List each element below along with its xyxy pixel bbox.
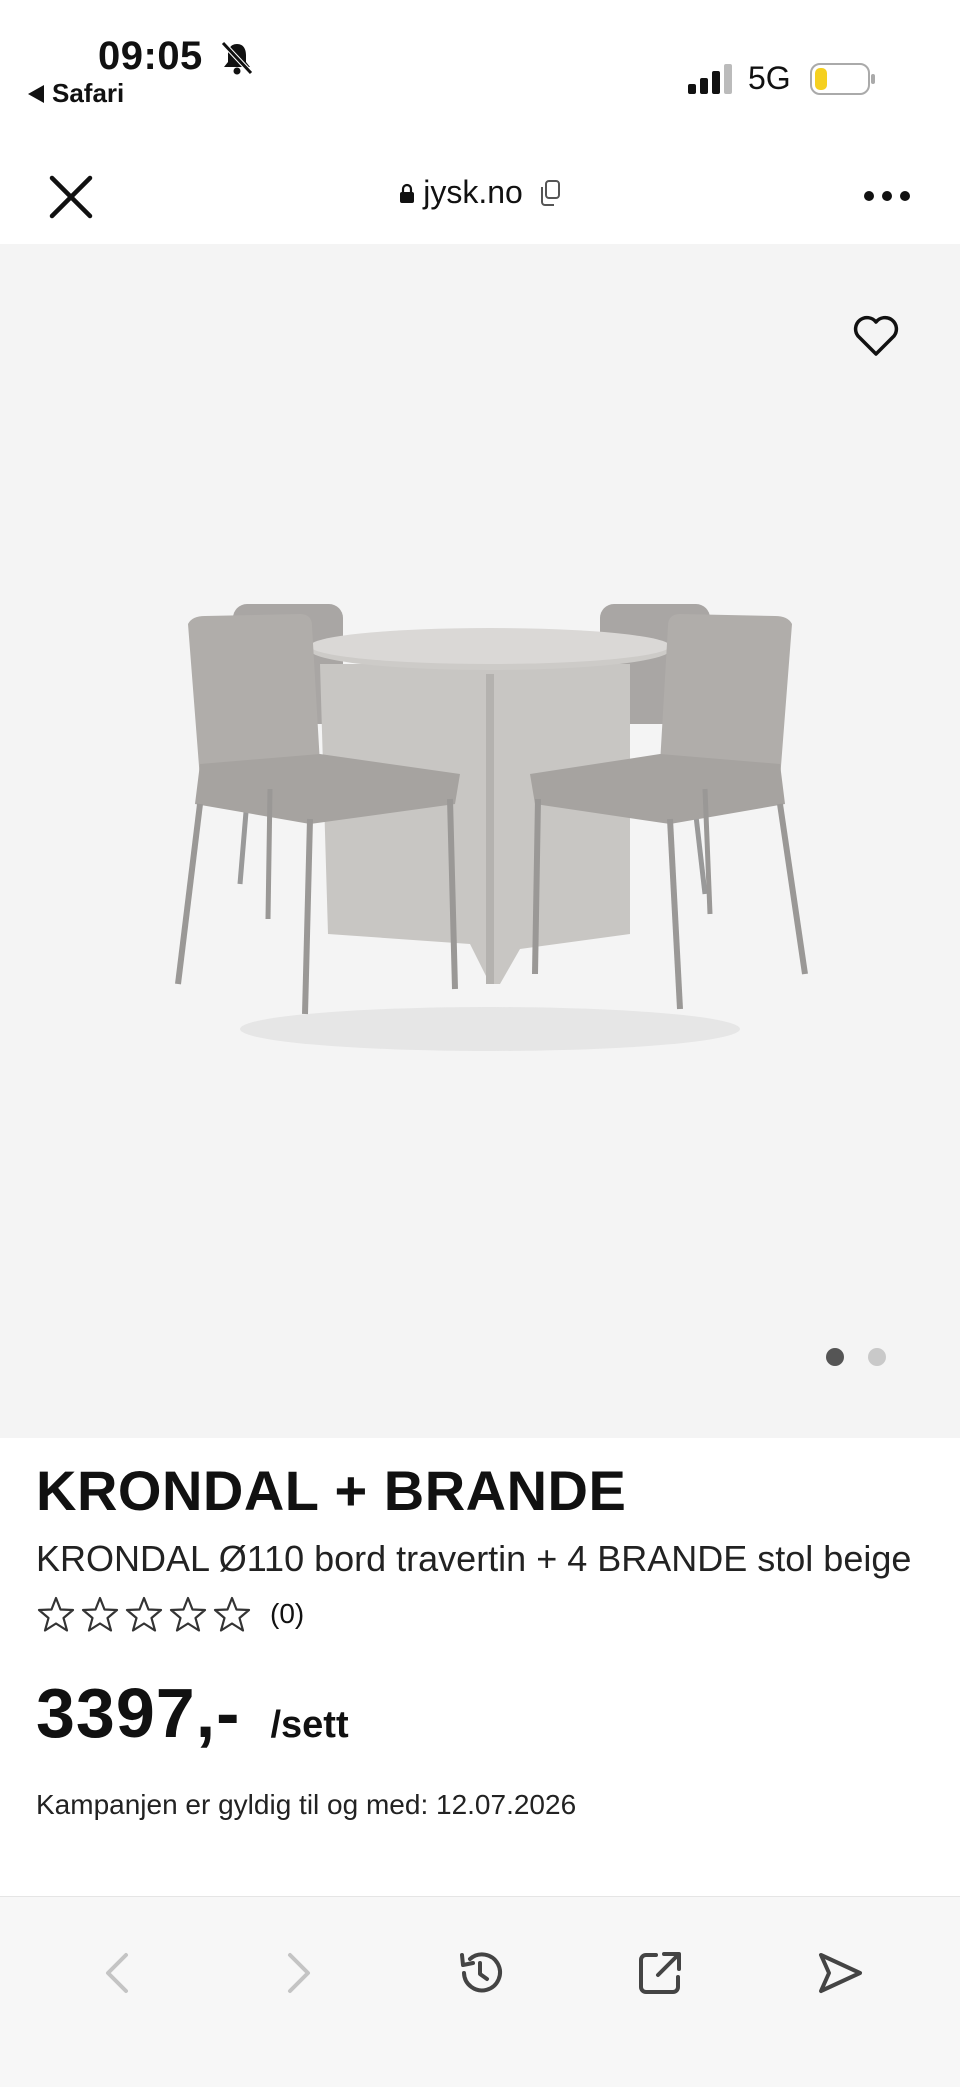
campaign-validity: Kampanjen er gyldig til og med: 12.07.20…	[36, 1789, 577, 1820]
url-text: jysk.no	[423, 174, 523, 210]
gallery-pagination	[826, 1348, 886, 1366]
back-icon	[106, 1953, 128, 1993]
signal-icon	[688, 64, 732, 94]
product-subtitle: KRONDAL Ø110 bord travertin + 4 BRANDE s…	[36, 1538, 912, 1579]
star-icon	[81, 1596, 119, 1632]
status-bar: 09:05 Safari 5G	[0, 0, 960, 130]
product-price: 3397,-	[36, 1674, 241, 1752]
heart-icon[interactable]	[852, 314, 900, 358]
product-rating[interactable]: (0)	[36, 1595, 936, 1633]
gallery-dot-1[interactable]	[826, 1348, 844, 1366]
status-time: 09:05	[98, 34, 203, 78]
more-icon[interactable]	[862, 186, 912, 206]
price-row: 3397,- /sett	[36, 1673, 936, 1753]
back-to-app-link[interactable]: Safari	[28, 78, 124, 109]
back-button[interactable]	[86, 1941, 150, 2005]
price-unit: /sett	[270, 1704, 349, 1746]
product-image	[175, 604, 808, 1051]
rating-count: (0)	[270, 1598, 305, 1629]
share-button[interactable]	[628, 1941, 692, 2005]
copy-icon[interactable]	[539, 179, 561, 206]
product-info: KRONDAL + BRANDE KRONDAL Ø110 bord trave…	[36, 1458, 936, 1821]
product-title: KRONDAL + BRANDE	[36, 1459, 627, 1522]
send-button[interactable]	[808, 1941, 872, 2005]
star-icon	[169, 1596, 207, 1632]
star-icon	[37, 1596, 75, 1632]
browser-top-bar: jysk.no	[0, 150, 960, 242]
browser-bottom-toolbar	[0, 1896, 960, 2087]
network-label: 5G	[748, 60, 791, 96]
history-icon	[460, 1952, 502, 1993]
star-icon	[213, 1596, 251, 1632]
battery-icon	[810, 63, 875, 95]
share-icon	[639, 1952, 681, 1994]
gallery-dot-2[interactable]	[868, 1348, 886, 1366]
back-app-label: Safari	[52, 78, 125, 108]
back-triangle-icon	[28, 84, 44, 103]
url-bar[interactable]: jysk.no	[0, 174, 960, 211]
lock-icon	[400, 183, 415, 203]
star-icon	[125, 1596, 163, 1632]
history-button[interactable]	[448, 1941, 512, 2005]
forward-icon	[288, 1953, 310, 1993]
send-icon	[819, 1953, 862, 1993]
product-image-gallery[interactable]	[0, 244, 960, 1438]
forward-button[interactable]	[266, 1941, 330, 2005]
bell-muted-icon	[221, 41, 253, 75]
